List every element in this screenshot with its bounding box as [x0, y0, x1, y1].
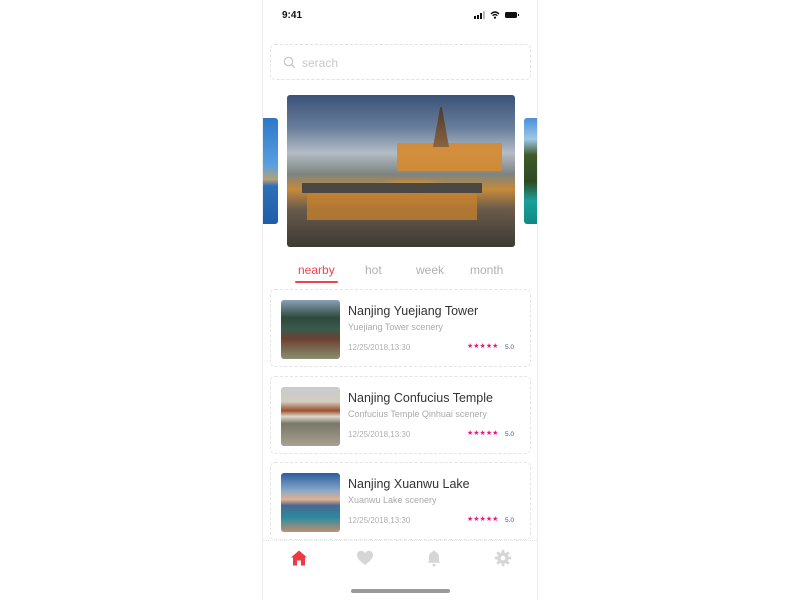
star-rating-icon: ★★★★★	[467, 516, 499, 523]
pagoda	[433, 107, 449, 147]
search-placeholder: serach	[302, 56, 339, 70]
gear-icon[interactable]	[494, 549, 512, 567]
item-title: Nanjing Yuejiang Tower	[348, 304, 479, 318]
active-tab-indicator	[295, 281, 338, 283]
status-time: 9:41	[282, 10, 303, 21]
star-rating-icon: ★★★★★	[467, 430, 499, 437]
item-title: Nanjing Xuanwu Lake	[348, 477, 470, 491]
heart-icon[interactable]	[356, 549, 374, 567]
tab-week[interactable]: week	[416, 263, 444, 277]
search-input[interactable]: serach	[270, 44, 531, 80]
item-date: 12/25/2018,13:30	[348, 343, 411, 352]
item-date: 12/25/2018,13:30	[348, 516, 411, 525]
item-date: 12/25/2018,13:30	[348, 430, 411, 439]
tab-month[interactable]: month	[470, 263, 503, 277]
signal-icon	[474, 11, 485, 19]
status-icons	[474, 11, 519, 19]
thumbnail-image	[281, 473, 340, 532]
item-title: Nanjing Confucius Temple	[348, 391, 493, 405]
thumbnail-image	[281, 387, 340, 446]
carousel-slide-right[interactable]	[524, 118, 537, 224]
phone-screen: 9:41 serach nearby hot week month Nanjin…	[262, 0, 538, 600]
tab-nearby[interactable]: nearby	[298, 263, 335, 277]
bell-icon[interactable]	[425, 549, 443, 567]
tab-hot[interactable]: hot	[365, 263, 382, 277]
wifi-icon	[490, 11, 500, 19]
carousel-slide-main[interactable]	[287, 95, 515, 247]
list-item[interactable]: Nanjing Confucius Temple Confucius Templ…	[270, 376, 531, 454]
battery-icon	[505, 12, 519, 18]
thumbnail-image	[281, 300, 340, 359]
home-icon[interactable]	[290, 549, 308, 567]
search-icon	[283, 56, 296, 69]
home-indicator[interactable]	[351, 589, 450, 593]
image-carousel[interactable]	[263, 95, 537, 248]
filter-tabs: nearby hot week month	[263, 263, 537, 289]
rating-value: 5.0	[505, 517, 515, 524]
rating-value: 5.0	[505, 431, 515, 438]
status-bar: 9:41	[263, 0, 537, 32]
temple-hall-lower	[307, 190, 477, 220]
carousel-slide-left[interactable]	[263, 118, 278, 224]
item-subtitle: Xuanwu Lake scenery	[348, 495, 437, 505]
list-item[interactable]: Nanjing Yuejiang Tower Yuejiang Tower sc…	[270, 289, 531, 367]
item-subtitle: Confucius Temple Qinhuai scenery	[348, 409, 487, 419]
temple-roof	[302, 183, 482, 193]
rating-value: 5.0	[505, 344, 515, 351]
star-rating-icon: ★★★★★	[467, 343, 499, 350]
item-subtitle: Yuejiang Tower scenery	[348, 322, 443, 332]
tab-bar-divider	[263, 540, 537, 541]
temple-hall-upper	[397, 143, 502, 171]
list-item[interactable]: Nanjing Xuanwu Lake Xuanwu Lake scenery …	[270, 462, 531, 540]
